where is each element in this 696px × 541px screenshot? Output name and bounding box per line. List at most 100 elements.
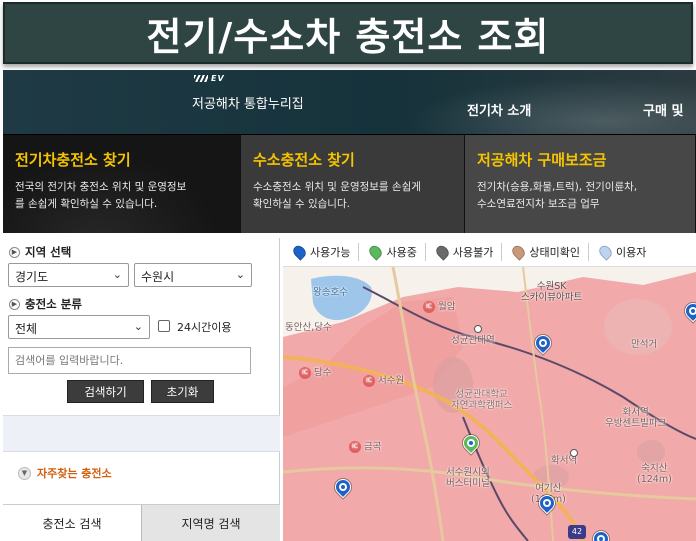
map-label-mangan: 만석거 <box>631 339 658 350</box>
card-desc-line: 수소충전소 위치 및 운영정보를 손쉽게 <box>253 181 421 193</box>
ev-logo-badge[interactable]: EV <box>194 74 236 84</box>
station-type-value: 전체 <box>15 322 38 336</box>
search-panel: ▶ 지역 선택 경기도 ⌄ 수원시 ⌄ ▶ 충전소 분류 전체 ⌄ 24시간이용… <box>3 238 280 541</box>
favorites-label: 자주찾는 충전소 <box>37 467 112 480</box>
page: 전기/수소차 충전소 조회 EV 저공해차 통합누리집 전기차 소개 구매 및 … <box>0 0 696 541</box>
card-desc-line: 전국의 전기차 충전소 위치 및 운영정보 <box>15 181 187 193</box>
station-pin-available[interactable] <box>681 299 696 323</box>
station-pin-in-use[interactable] <box>459 431 483 455</box>
ev-plug-icon <box>539 339 547 347</box>
subway-station-icon <box>570 449 578 457</box>
feature-cards: 전기차충전소 찾기 전국의 전기차 충전소 위치 및 운영정보 를 손쉽게 확인… <box>3 134 696 233</box>
card-subsidy[interactable]: 저공해차 구매보조금 전기차(승용,화물,트럭), 전기이륜차, 수소연료전지차… <box>465 135 696 233</box>
search-tabs: 충전소 검색 지역명 검색 <box>3 504 280 541</box>
card-title: 저공해차 구매보조금 <box>477 151 607 169</box>
legend-item-unavailable: 사용불가 <box>433 243 503 261</box>
open-24h-label: 24시간이용 <box>177 321 232 334</box>
legend-label: 사용중 <box>386 246 417 259</box>
map-pin-icon <box>367 243 385 261</box>
route-shield-icon: 42 <box>568 525 586 539</box>
map-label-ic-wolam: IC 월암 <box>423 301 455 313</box>
card-desc-line: 수소연료전지차 보조금 업무 <box>477 198 600 210</box>
map-pin-icon <box>433 243 452 261</box>
chevron-right-icon: ▶ <box>9 298 20 310</box>
site-logo-text[interactable]: 저공해차 통합누리집 <box>192 93 304 112</box>
search-button[interactable]: 검색하기 <box>67 380 144 403</box>
card-description: 수소충전소 위치 및 운영정보를 손쉽게 확인하실 수 있습니다. <box>253 179 454 213</box>
legend-item-in-use: 사용중 <box>367 243 426 261</box>
map-label-hwaseo-park: 화서역 우방센트빌파크 <box>605 407 667 429</box>
station-pin-available[interactable] <box>589 527 613 541</box>
ev-plug-icon <box>467 439 475 447</box>
tab-station-search[interactable]: 충전소 검색 <box>3 505 142 541</box>
map-pin-icon <box>596 243 615 261</box>
type-section-label: ▶ 충전소 분류 <box>9 296 82 312</box>
map-label-university: 성균관대학교 자연과학캠퍼스 <box>451 389 513 411</box>
chevron-down-icon: ⌄ <box>112 268 122 281</box>
card-desc-line: 전기차(승용,화물,트럭), 전기이륜차, <box>477 181 638 193</box>
region-section-label: ▶ 지역 선택 <box>9 244 71 260</box>
station-type-select[interactable]: 전체 ⌄ <box>8 315 150 339</box>
card-desc-line: 를 손쉽게 확인하실 수 있습니다. <box>15 198 158 210</box>
reset-button[interactable]: 초기화 <box>151 380 214 403</box>
ic-badge-icon: IC <box>363 375 375 387</box>
open-24h-checkbox[interactable] <box>158 320 170 332</box>
legend-label: 이용자 <box>615 246 647 259</box>
map-label-apartment: 수원SK 스카이뷰아파트 <box>521 281 583 303</box>
card-hydrogen-station[interactable]: 수소충전소 찾기 수소충전소 위치 및 운영정보를 손쉽게 확인하실 수 있습니… <box>241 135 465 233</box>
map-pin-icon <box>510 243 528 261</box>
map-label-ic-geumgok: IC 금곡 <box>349 441 381 453</box>
banner-title: 전기/수소차 충전소 조회 <box>146 14 550 59</box>
map-view[interactable]: 왕송호수 IC 월암 수원SK 스카이뷰아파트 성균관대역 동안산,당수 IC 당수… <box>283 267 696 541</box>
station-pin-available[interactable] <box>331 475 355 499</box>
legend-item-available: 사용가능 <box>290 243 360 261</box>
favorites-toggle[interactable]: ▼ 자주찾는 충전소 <box>3 462 280 484</box>
province-select-value: 경기도 <box>15 270 49 284</box>
type-label-text: 충전소 분류 <box>25 297 82 311</box>
map-label-text: 월암 <box>438 301 456 313</box>
region-label-text: 지역 선택 <box>25 245 72 259</box>
legend-item-unknown: 상태미확인 <box>510 243 589 261</box>
ev-plug-icon <box>543 499 551 507</box>
map-label-text: 금곡 <box>364 441 382 453</box>
legend-label: 상태미확인 <box>529 246 580 259</box>
map-label-lake: 왕송호수 <box>313 287 348 298</box>
chevron-down-icon: ▼ <box>18 466 31 480</box>
ic-badge-icon: IC <box>423 301 435 313</box>
results-area <box>3 415 280 452</box>
chevron-down-icon: ⌄ <box>133 320 143 333</box>
map-label-station-sungkyunkwan: 성균관대역 <box>451 335 495 346</box>
card-description: 전기차(승용,화물,트럭), 전기이륜차, 수소연료전지차 보조금 업무 <box>477 179 685 213</box>
card-ev-charger[interactable]: 전기차충전소 찾기 전국의 전기차 충전소 위치 및 운영정보 를 손쉽게 확인… <box>3 135 241 233</box>
card-title: 전기차충전소 찾기 <box>15 151 131 169</box>
ev-plug-icon <box>689 307 696 315</box>
map-label-text: 당수 <box>314 367 332 379</box>
map-label-bus-terminal: 서수원시외 버스터미널 <box>446 467 490 489</box>
station-pin-available[interactable] <box>535 491 559 515</box>
nav-item-ev-intro[interactable]: 전기차 소개 <box>467 100 531 119</box>
nav-item-purchase[interactable]: 구매 및 <box>643 100 683 119</box>
chevron-down-icon: ⌄ <box>235 268 245 281</box>
province-select[interactable]: 경기도 ⌄ <box>8 263 129 287</box>
site-header <box>3 70 696 134</box>
ic-badge-icon: IC <box>349 441 361 453</box>
map-label-dangsu-top: 동안산,당수 <box>285 322 332 333</box>
legend-label: 사용불가 <box>452 246 494 259</box>
map-label-text: 서수원 <box>378 375 405 387</box>
ic-badge-icon: IC <box>299 367 311 379</box>
card-description: 전국의 전기차 충전소 위치 및 운영정보 를 손쉽게 확인하실 수 있습니다. <box>15 179 230 213</box>
station-pin-available[interactable] <box>531 331 555 355</box>
legend-label: 사용가능 <box>310 246 351 259</box>
city-select[interactable]: 수원시 ⌄ <box>134 263 252 287</box>
city-select-value: 수원시 <box>141 270 175 284</box>
map-legend: 사용가능 사용중 사용불가 상태미확인 이용자 <box>283 238 696 267</box>
tab-region-search[interactable]: 지역명 검색 <box>142 505 280 541</box>
search-input[interactable] <box>8 347 251 374</box>
subway-station-icon <box>474 325 482 333</box>
card-desc-line: 확인하실 수 있습니다. <box>253 198 350 210</box>
card-title: 수소충전소 찾기 <box>253 151 355 169</box>
legend-item-restricted: 이용자 <box>596 243 654 261</box>
map-label-ic-suwon: IC 서수원 <box>363 375 404 387</box>
map-label-mountain-suk: 숙지산 (124m) <box>637 463 672 485</box>
map-label-ic-dangsu: IC 당수 <box>299 367 331 379</box>
